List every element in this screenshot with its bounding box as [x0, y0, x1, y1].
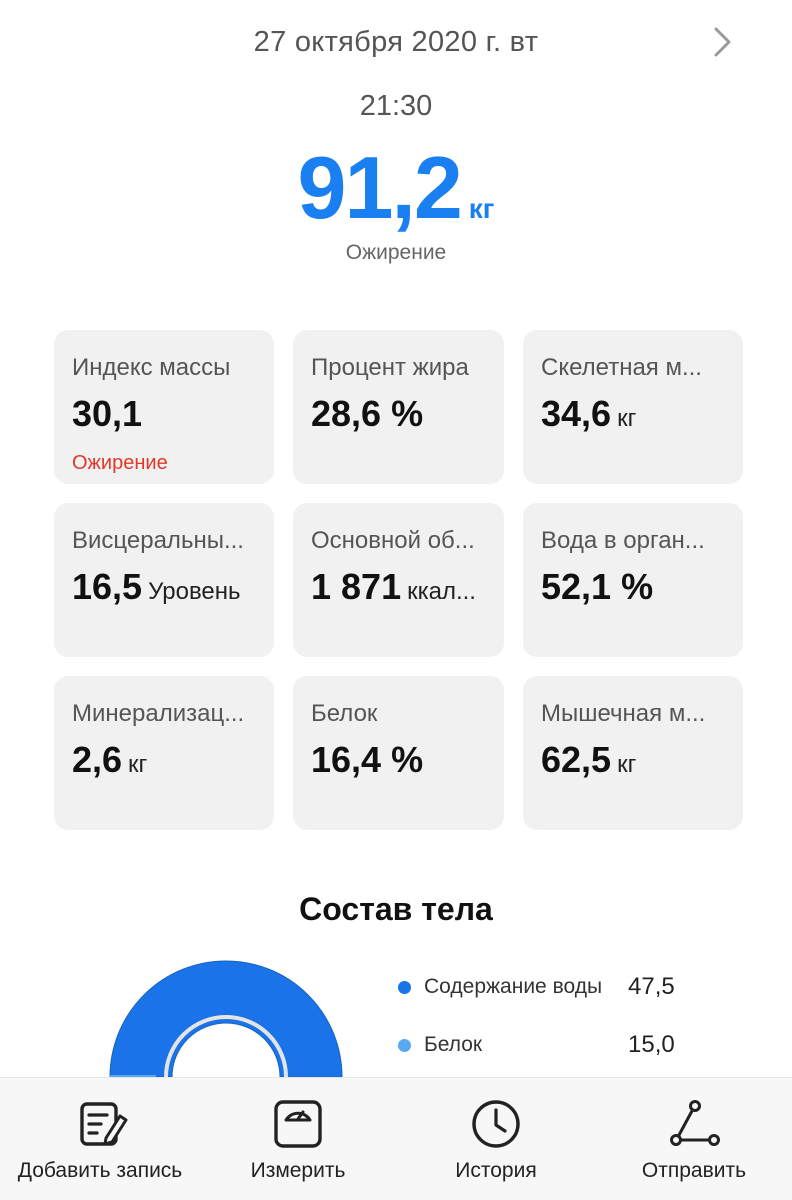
- nav-label: Добавить запись: [17, 1159, 183, 1182]
- nav-label: Измерить: [250, 1159, 346, 1182]
- metric-label: Мышечная м...: [541, 700, 706, 727]
- share-icon: [670, 1100, 720, 1146]
- metric-unit: кг: [128, 751, 148, 778]
- metric-value: 1 871: [311, 566, 402, 607]
- body-composition-page: 27 октября 2020 г. вт 21:30 91,2 кг Ожире…: [0, 0, 792, 1200]
- metric-unit: ккал...: [407, 578, 476, 605]
- edit-note-icon: [80, 1102, 128, 1146]
- metric-label: Процент жира: [311, 354, 469, 381]
- clock-icon: [472, 1100, 520, 1148]
- legend-dot-protein: [398, 1039, 411, 1052]
- metric-value: 52,1 %: [541, 566, 654, 607]
- metrics-grid: Индекс массы 30,1 Ожирение Процент жира …: [54, 330, 744, 830]
- composition-title: Состав тела: [299, 891, 493, 927]
- nav-label: История: [455, 1159, 537, 1182]
- date-row: 27 октября 2020 г. вт: [0, 20, 792, 64]
- measurement-time: 21:30: [359, 90, 433, 122]
- metric-label: Минерализац...: [72, 700, 245, 727]
- nav-label: Отправить: [641, 1159, 747, 1182]
- scale-icon: [274, 1100, 322, 1148]
- legend-item: Содержание воды 47,5: [398, 965, 698, 1023]
- metric-label: Вода в орган...: [541, 527, 705, 554]
- legend-label: Белок: [424, 1033, 483, 1056]
- metric-value: 16,4 %: [311, 739, 424, 780]
- metric-card-body-fat[interactable]: Процент жира 28,6 %: [293, 330, 504, 484]
- metric-status: Ожирение: [72, 452, 168, 474]
- legend-label: Содержание воды: [424, 975, 603, 998]
- weight-unit: кг: [468, 193, 495, 224]
- legend-item: Белок 15,0: [398, 1023, 698, 1081]
- metric-card-skeletal-muscle[interactable]: Скелетная м... 34,6 кг: [523, 330, 743, 484]
- weight-status: Ожирение: [345, 241, 447, 264]
- metric-card-basal-metabolism[interactable]: Основной об... 1 871 ккал...: [293, 503, 504, 657]
- legend-value: 15,0: [628, 1031, 675, 1058]
- metric-card-bmi[interactable]: Индекс массы 30,1 Ожирение: [54, 330, 274, 484]
- metric-card-bone-mineral[interactable]: Минерализац... 2,6 кг: [54, 676, 274, 830]
- composition-donut-chart: [109, 960, 343, 1079]
- metric-card-visceral-fat[interactable]: Висцеральны... 16,5 Уровень: [54, 503, 274, 657]
- metric-value: 2,6: [72, 739, 123, 780]
- metric-label: Висцеральны...: [72, 527, 244, 554]
- metric-value: 30,1: [72, 393, 143, 434]
- composition-legend: Содержание воды 47,5 Белок 15,0: [398, 965, 698, 1081]
- metric-unit: кг: [617, 751, 637, 778]
- metric-label: Основной об...: [311, 527, 475, 554]
- metric-label: Белок: [311, 700, 378, 727]
- legend-value: 47,5: [628, 973, 675, 1000]
- metric-label: Скелетная м...: [541, 354, 702, 381]
- metric-value: 28,6 %: [311, 393, 424, 434]
- metric-value: 34,6: [541, 393, 612, 434]
- measurement-date: 27 октября 2020 г. вт: [253, 26, 539, 58]
- metric-value: 16,5: [72, 566, 143, 607]
- legend-dot-water: [398, 981, 411, 994]
- bottom-navigation: Добавить запись Измерить История Отправи…: [0, 1077, 792, 1200]
- metric-card-muscle-mass[interactable]: Мышечная м... 62,5 кг: [523, 676, 743, 830]
- nav-history-button[interactable]: История: [396, 1078, 596, 1200]
- chevron-right-icon[interactable]: [704, 24, 740, 60]
- metric-unit: кг: [617, 405, 637, 432]
- nav-measure-button[interactable]: Измерить: [200, 1078, 396, 1200]
- metric-value: 62,5: [541, 739, 612, 780]
- metric-card-protein[interactable]: Белок 16,4 %: [293, 676, 504, 830]
- metric-label: Индекс массы: [72, 354, 231, 381]
- metric-card-body-water[interactable]: Вода в орган... 52,1 %: [523, 503, 743, 657]
- nav-share-button[interactable]: Отправить: [596, 1078, 792, 1200]
- metric-unit: Уровень: [148, 578, 241, 605]
- nav-add-record-button[interactable]: Добавить запись: [0, 1078, 200, 1200]
- weight-value: 91,2: [297, 138, 463, 237]
